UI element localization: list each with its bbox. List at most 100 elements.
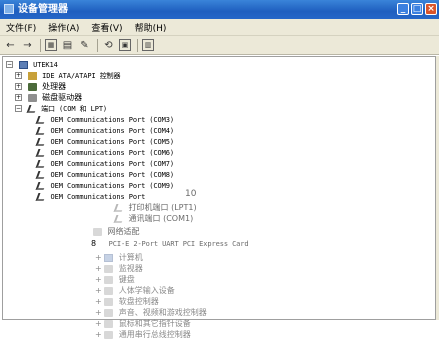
expand-icon[interactable]: + (15, 83, 22, 90)
device-view-icon[interactable]: ▥ (142, 39, 154, 51)
category-label: 端口 (COM 和 LPT) (41, 105, 108, 113)
tree-category-disk[interactable]: + 磁盘驱动器 (15, 92, 82, 103)
minimize-button[interactable]: _ (397, 3, 409, 15)
tree-item-port[interactable]: OEM Communications Port (35, 191, 146, 202)
category-label: IDE ATA/ATAPI 控制器 (42, 72, 121, 80)
port-icon (35, 181, 47, 190)
port-label: 打印机端口 (LPT1) (128, 203, 197, 212)
port-label: OEM Communications Port (COM3) (50, 116, 175, 124)
expand-icon[interactable]: + (95, 308, 104, 317)
category-label: 监视器 (118, 264, 143, 273)
toolbar: ← → ▦ ▤ ✎ ⟲ ▣ ▥ (0, 36, 439, 55)
port-label: OEM Communications Port (COM4) (50, 127, 175, 135)
menu-action[interactable]: 操作(A) (48, 21, 79, 34)
category-label: 通用串行总线控制器 (118, 330, 191, 339)
port-label: 通讯端口 (COM1) (128, 214, 194, 223)
tree-category[interactable]: + 鼠标和其它指针设备 (95, 318, 191, 329)
category-label: 计算机 (118, 253, 143, 262)
device-tree[interactable]: − UTEK14 + IDE ATA/ATAPI 控制器 + 处理器 + 磁盘驱… (2, 56, 436, 339)
category-label: 键盘 (118, 275, 135, 284)
tree-item-port[interactable]: OEM Communications Port (COM6) (35, 147, 174, 158)
scan-icon[interactable]: ▣ (119, 39, 131, 51)
port-icon (35, 192, 47, 201)
port-label: OEM Communications Port (COM7) (50, 160, 175, 168)
tree-root[interactable]: − UTEK14 (6, 59, 58, 70)
category-label: 人体学输入设备 (118, 286, 175, 295)
disk-drive-icon (27, 93, 37, 102)
back-arrow-icon[interactable]: ← (4, 39, 17, 52)
tree-category-ports[interactable]: − 端口 (COM 和 LPT) (15, 103, 107, 114)
ide-controller-icon (27, 71, 37, 80)
menu-help[interactable]: 帮助(H) (135, 21, 167, 34)
expand-icon[interactable]: + (95, 275, 104, 284)
tree-category-processor[interactable]: + 处理器 (15, 81, 66, 92)
expand-icon[interactable]: + (15, 72, 22, 79)
computer-icon (104, 253, 114, 262)
close-button[interactable]: × (425, 3, 437, 15)
tree-item-port[interactable]: OEM Communications Port (COM4) (35, 125, 175, 136)
expand-icon[interactable]: + (95, 319, 104, 328)
tree-category-ide[interactable]: + IDE ATA/ATAPI 控制器 (15, 70, 121, 81)
tree-category[interactable]: + 软盘控制器 (95, 296, 159, 307)
input-device-icon (104, 286, 114, 295)
port-label: OEM Communications Port (50, 193, 146, 201)
properties-icon[interactable]: ▦ (45, 39, 57, 51)
category-label: 鼠标和其它指针设备 (118, 319, 191, 328)
tree-category[interactable]: + 人体学输入设备 (95, 285, 175, 296)
toolbar-separator (40, 38, 41, 52)
usb-icon (104, 330, 114, 339)
tree-category[interactable]: + 通用串行总线控制器 (95, 329, 191, 340)
port-label: OEM Communications Port (COM8) (50, 171, 175, 179)
network-adapter-icon (93, 227, 102, 236)
tree-category[interactable]: + 声音、视频和游戏控制器 (95, 307, 207, 318)
port-icon (35, 148, 47, 157)
toolbar-separator (97, 38, 98, 52)
maximize-button[interactable]: □ (411, 3, 423, 15)
tree-item-port[interactable]: OEM Communications Port (COM3) (35, 114, 175, 125)
expand-icon[interactable]: + (95, 286, 104, 295)
port-icon (26, 104, 38, 113)
tree-category-network[interactable]: 网络适配 (93, 226, 140, 237)
mouse-icon (104, 319, 114, 328)
port-icon (35, 159, 47, 168)
expand-icon[interactable]: + (15, 94, 22, 101)
keyboard-icon (104, 275, 114, 284)
toolbar-separator (137, 38, 138, 52)
expand-icon[interactable]: + (95, 330, 104, 339)
sound-icon (104, 308, 114, 317)
port-icon (35, 115, 47, 124)
forward-arrow-icon[interactable]: → (21, 39, 34, 52)
menu-view[interactable]: 查看(V) (91, 21, 122, 34)
collapse-icon[interactable]: − (6, 61, 13, 68)
port-icon (35, 137, 47, 146)
floppy-controller-icon (104, 297, 114, 306)
pci-card-label: PCI-E 2-Port UART PCI Express Card (108, 240, 249, 248)
port-icon (113, 203, 125, 212)
refresh-icon[interactable]: ⟲ (102, 39, 115, 52)
tree-category[interactable]: + 计算机 (95, 252, 143, 263)
menu-bar: 文件(F) 操作(A) 查看(V) 帮助(H) (0, 19, 439, 36)
expand-icon[interactable]: + (95, 297, 104, 306)
category-label: 处理器 (42, 82, 67, 91)
tree-category[interactable]: + 键盘 (95, 274, 135, 285)
title-bar[interactable]: 设备管理器 _ □ × (0, 0, 439, 19)
tree-item-port[interactable]: OEM Communications Port (COM5) (35, 136, 174, 147)
tree-item-com1[interactable]: 通讯端口 (COM1) (113, 213, 194, 224)
port-icon (113, 214, 125, 223)
collapse-icon[interactable]: − (15, 105, 22, 112)
tree-root-label: UTEK14 (33, 61, 58, 69)
expand-icon[interactable]: + (95, 264, 104, 273)
menu-file[interactable]: 文件(F) (6, 21, 36, 34)
help-icon[interactable]: ✎ (78, 39, 91, 52)
tree-category[interactable]: + 监视器 (95, 263, 143, 274)
tree-item-port[interactable]: OEM Communications Port (COM7) (35, 158, 175, 169)
print-icon[interactable]: ▤ (61, 39, 74, 52)
tree-item-port[interactable]: OEM Communications Port (COM9) (35, 180, 174, 191)
expand-icon[interactable]: + (95, 253, 104, 262)
device-manager-icon (4, 4, 14, 14)
window-title: 设备管理器 (18, 4, 68, 15)
tree-item-port[interactable]: OEM Communications Port (COM8) (35, 169, 175, 180)
tree-item-lpt[interactable]: 打印机端口 (LPT1) (113, 202, 197, 213)
tree-item-pci[interactable]: 8 PCI-E 2-Port UART PCI Express Card (91, 238, 249, 249)
monitor-icon (104, 264, 114, 273)
